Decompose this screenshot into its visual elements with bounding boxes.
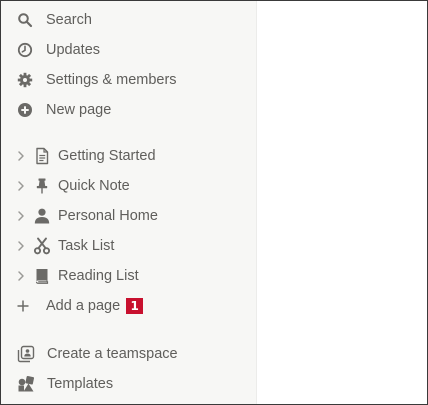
- add-page-button[interactable]: Add a page 1: [1, 293, 256, 319]
- sidebar-item-label: Search: [46, 12, 92, 28]
- callout-badge: 1: [126, 298, 144, 314]
- sidebar-item-settings[interactable]: Settings & members: [1, 67, 256, 93]
- sidebar: Search Updates Settings & members New pa…: [1, 1, 257, 404]
- app-window: Search Updates Settings & members New pa…: [0, 0, 428, 405]
- sidebar-page-label: Personal Home: [58, 208, 158, 224]
- sidebar-item-label: Templates: [47, 376, 114, 392]
- sidebar-item-updates[interactable]: Updates: [1, 37, 256, 63]
- sidebar-page-personal-home[interactable]: Personal Home: [1, 203, 256, 229]
- sidebar-item-label: Settings & members: [46, 72, 177, 88]
- sidebar-item-new-page[interactable]: New page: [1, 97, 256, 123]
- sidebar-page-getting-started[interactable]: Getting Started: [1, 143, 256, 169]
- sidebar-page-quick-note[interactable]: Quick Note: [1, 173, 256, 199]
- gear-icon: [17, 72, 33, 88]
- scissors-icon: [33, 237, 51, 255]
- sidebar-page-reading-list[interactable]: Reading List: [1, 263, 256, 289]
- sidebar-item-templates[interactable]: Templates: [1, 371, 256, 397]
- sidebar-item-label: Updates: [46, 42, 101, 58]
- document-icon: [33, 147, 51, 165]
- clock-icon: [17, 42, 33, 58]
- sidebar-page-task-list[interactable]: Task List: [1, 233, 256, 259]
- pushpin-icon: [33, 177, 51, 195]
- chevron-right-icon[interactable]: [16, 268, 26, 284]
- sidebar-item-search[interactable]: Search: [1, 7, 256, 33]
- main-content: [257, 1, 427, 404]
- sidebar-item-label: New page: [46, 102, 112, 118]
- sidebar-page-label: Quick Note: [58, 178, 130, 194]
- person-icon: [33, 207, 51, 225]
- sidebar-item-create-teamspace[interactable]: Create a teamspace: [1, 341, 256, 367]
- plus-icon: [15, 298, 31, 314]
- search-icon: [17, 12, 33, 28]
- sidebar-page-label: Getting Started: [58, 148, 156, 164]
- chevron-right-icon[interactable]: [16, 148, 26, 164]
- chevron-right-icon[interactable]: [16, 238, 26, 254]
- sidebar-page-label: Task List: [58, 238, 115, 254]
- add-page-label: Add a page: [46, 298, 121, 314]
- plus-circle-icon: [17, 102, 33, 118]
- chevron-right-icon[interactable]: [16, 178, 26, 194]
- sidebar-page-label: Reading List: [58, 268, 139, 284]
- sidebar-item-label: Create a teamspace: [47, 346, 178, 362]
- teamspace-icon: [17, 345, 35, 363]
- templates-icon: [17, 375, 35, 393]
- book-icon: [33, 267, 51, 285]
- chevron-right-icon[interactable]: [16, 208, 26, 224]
